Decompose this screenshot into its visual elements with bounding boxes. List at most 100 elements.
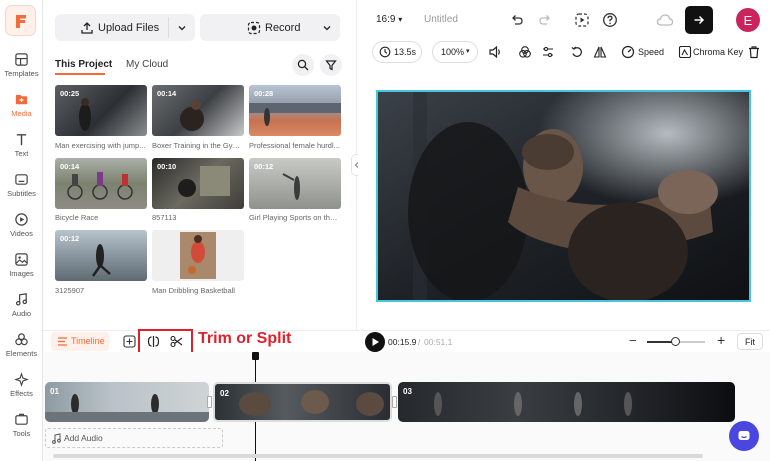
speed-label[interactable]: Speed: [638, 47, 664, 57]
sidebar-item-text[interactable]: Text: [0, 132, 43, 172]
media-thumbnail[interactable]: 00:14: [152, 85, 244, 136]
media-thumbnail[interactable]: 00:12: [55, 230, 147, 281]
support-chat-button[interactable]: [729, 421, 759, 451]
timeline-clip-selected[interactable]: 02: [213, 382, 392, 422]
media-caption: Bicycle Race: [55, 213, 99, 222]
media-caption: Man Dribbling Basketball: [152, 286, 235, 295]
project-title[interactable]: Untitled: [424, 14, 458, 25]
timeline-icon: [58, 337, 67, 346]
video-preview[interactable]: [376, 90, 751, 302]
filter-button[interactable]: [320, 54, 342, 76]
filter-icon: [325, 60, 337, 71]
speed-icon[interactable]: [621, 45, 635, 59]
help-icon[interactable]: [602, 12, 618, 28]
sidebar-item-label: Elements: [5, 349, 38, 358]
sidebar-item-elements[interactable]: Elements: [0, 332, 43, 372]
preview-play-icon[interactable]: [574, 12, 590, 28]
timeline-clip[interactable]: 03: [398, 382, 735, 422]
redo-icon[interactable]: [538, 13, 552, 27]
tab-this-project[interactable]: This Project: [55, 59, 112, 70]
arrow-right-icon: [694, 15, 705, 25]
search-icon: [297, 59, 309, 71]
sidebar-item-label: Images: [9, 269, 34, 278]
trim-split-annotation: Trim or Split: [198, 330, 292, 347]
timeline-toggle[interactable]: Timeline: [51, 332, 109, 351]
zoom-out-button[interactable]: −: [629, 333, 637, 348]
sidebar-item-label: Templates: [4, 69, 39, 78]
chroma-key-icon[interactable]: [678, 45, 692, 59]
media-thumbnail[interactable]: 00:28: [249, 85, 341, 136]
trim-handle-right[interactable]: [392, 396, 397, 408]
sidebar-item-subtitles[interactable]: Subtitles: [0, 172, 43, 212]
audio-icon: [15, 293, 28, 306]
timeline-clip[interactable]: 01: [45, 382, 209, 422]
aspect-ratio-selector[interactable]: 16:9 ▾: [376, 14, 402, 25]
trim-icon[interactable]: [147, 335, 160, 348]
zoom-selector[interactable]: 100% ▾: [432, 41, 478, 63]
play-icon: [372, 338, 379, 346]
sidebar-item-media[interactable]: Media: [0, 92, 43, 132]
avatar[interactable]: E: [736, 8, 760, 32]
color-adjust-icon[interactable]: [518, 45, 532, 59]
time-separator: /: [418, 337, 421, 347]
music-note-icon: [52, 433, 61, 444]
trim-handle-left[interactable]: [207, 396, 212, 408]
volume-icon[interactable]: [488, 45, 502, 59]
sidebar-item-tools[interactable]: Tools: [0, 412, 43, 452]
sidebar-item-images[interactable]: Images: [0, 252, 43, 292]
sidebar-item-templates[interactable]: Templates: [0, 52, 43, 92]
timeline-scrollbar[interactable]: [53, 454, 703, 458]
export-button[interactable]: [685, 6, 713, 34]
rotate-icon[interactable]: [570, 45, 584, 59]
clip-frames: [45, 394, 209, 422]
upload-icon: [81, 21, 93, 34]
media-thumbnail[interactable]: 00:25: [55, 85, 147, 136]
media-thumbnail[interactable]: 00:14: [55, 158, 147, 209]
sidebar-item-audio[interactable]: Audio: [0, 292, 43, 332]
delete-icon[interactable]: [747, 45, 761, 59]
media-thumbnail[interactable]: [152, 230, 244, 281]
chat-icon: [738, 431, 750, 440]
search-button[interactable]: [292, 54, 314, 76]
chevron-down-icon[interactable]: [177, 23, 187, 33]
record-icon: [247, 21, 261, 34]
sidebar-item-label: Audio: [11, 309, 32, 318]
chroma-key-label[interactable]: Chroma Key: [693, 47, 743, 57]
media-caption: Professional female hurdl...: [249, 141, 340, 150]
effects-icon: [14, 372, 29, 387]
adjust-sliders-icon[interactable]: [541, 45, 555, 59]
media-thumbnail[interactable]: 00:10: [152, 158, 244, 209]
sidebar-item-label: Text: [14, 149, 29, 158]
chevron-down-icon[interactable]: [322, 23, 332, 33]
media-caption: Man exercising with jump...: [55, 141, 146, 150]
split-scissors-icon[interactable]: [170, 335, 183, 348]
fit-button[interactable]: Fit: [737, 333, 763, 350]
timeline-header: Timeline Trim or Split 00:15.9 / 00:51.1…: [43, 329, 770, 355]
flip-icon[interactable]: [593, 45, 607, 59]
clip-frames: [239, 390, 384, 416]
zoom-slider-handle[interactable]: [671, 337, 680, 346]
upload-files-button[interactable]: Upload Files: [55, 14, 195, 41]
total-time: 00:51.1: [424, 337, 453, 347]
add-audio-track[interactable]: Add Audio: [45, 428, 223, 448]
edit-toolbar: 13.5s 100% ▾ Speed Chroma Key: [358, 40, 770, 66]
clip-duration[interactable]: 13.5s: [372, 41, 422, 63]
zoom-in-button[interactable]: +: [717, 332, 725, 348]
play-button[interactable]: [365, 332, 385, 352]
undo-icon[interactable]: [510, 13, 524, 27]
clip-frames: [434, 392, 632, 416]
media-caption: 857113: [152, 213, 177, 222]
cloud-icon[interactable]: [656, 12, 674, 28]
tab-my-cloud[interactable]: My Cloud: [126, 59, 168, 70]
add-track-icon[interactable]: [123, 335, 136, 348]
sidebar-item-videos[interactable]: Videos: [0, 212, 43, 252]
clock-icon: [379, 46, 391, 58]
media-thumbnail[interactable]: 00:12: [249, 158, 341, 209]
record-button[interactable]: Record: [200, 14, 340, 41]
preview-image: [378, 92, 749, 300]
app-logo[interactable]: [5, 5, 36, 36]
images-icon: [15, 253, 28, 266]
zoom-slider[interactable]: [647, 337, 705, 346]
logo-icon: [15, 14, 26, 28]
sidebar-item-effects[interactable]: Effects: [0, 372, 43, 412]
